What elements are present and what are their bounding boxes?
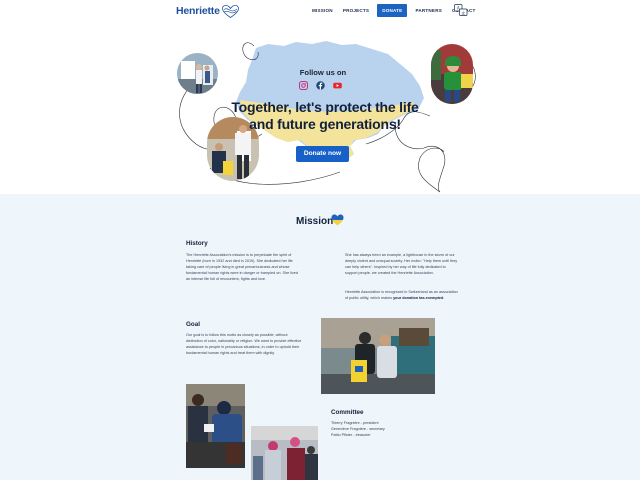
facebook-icon[interactable]: [316, 81, 325, 90]
history-text-right-2-end: .: [443, 296, 445, 300]
logo[interactable]: Henriette: [176, 4, 239, 18]
mission-section: [0, 194, 640, 480]
goal-heading: Goal: [186, 321, 200, 328]
social-links: [299, 81, 342, 90]
logo-text: Henriette: [176, 5, 220, 17]
history-text-right-2: Henriette Association is recognized in S…: [345, 289, 459, 301]
committee-list: Thierry Fragnière - president Geneviève …: [331, 420, 441, 438]
site-header: Henriette MISSION PROJECTS DONATE PARTNE…: [0, 0, 640, 22]
language-icon[interactable]: A 文: [454, 4, 468, 17]
history-text-left: The Henriette Association's mission is t…: [186, 253, 298, 281]
history-text-right-1: She has always been an example, a lighth…: [345, 253, 458, 275]
hero-photo-child: [431, 44, 473, 104]
heart-icon: [331, 214, 344, 226]
svg-text:文: 文: [462, 10, 466, 15]
committee-member: Pablo Pfister - treasurer: [331, 433, 371, 437]
nav-donate[interactable]: DONATE: [377, 4, 408, 17]
photo-women-tea: [186, 384, 245, 468]
follow-us-label: Follow us on: [299, 68, 347, 77]
photo-volunteers-car: [321, 318, 435, 394]
donate-now-button[interactable]: Donate now: [296, 146, 349, 162]
mission-title: Mission: [296, 216, 334, 227]
goal-text: Our goal is to follow this motto as clos…: [186, 333, 302, 355]
hero-title: Together, let's protect the life and fut…: [231, 99, 419, 132]
nav-projects[interactable]: PROJECTS: [338, 4, 374, 17]
photo-children: [251, 426, 318, 480]
heart-logo-icon: [221, 4, 239, 18]
instagram-icon[interactable]: [299, 81, 308, 90]
youtube-icon[interactable]: [333, 81, 342, 90]
history-heading: History: [186, 240, 208, 247]
nav-mission[interactable]: MISSION: [307, 4, 338, 17]
committee-heading: Committee: [331, 409, 364, 416]
tax-exempt-text: your donation tax-exempted: [393, 296, 444, 300]
hero-section: Follow us on Together, let's protect the…: [0, 22, 640, 194]
svg-text:A: A: [457, 6, 460, 11]
nav-partners[interactable]: PARTNERS: [410, 4, 447, 17]
hero-photo-volunteers: [177, 53, 218, 94]
